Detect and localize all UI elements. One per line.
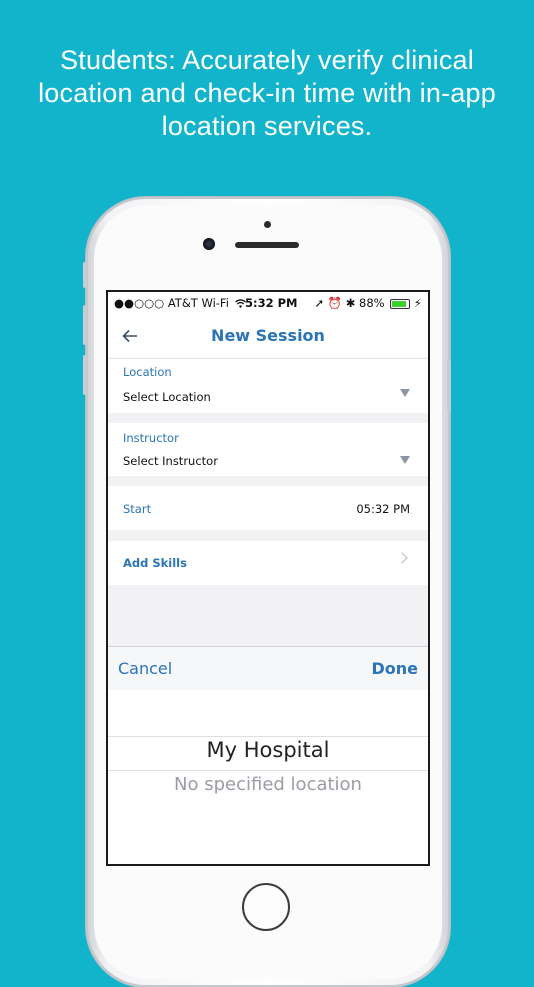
- instructor-label: Instructor: [123, 431, 179, 445]
- battery-level: [392, 300, 407, 307]
- carrier-text: ●●○○○ AT&T Wi-Fi: [114, 296, 229, 310]
- phone-volume-up: [83, 305, 87, 345]
- phone-mute-switch: [83, 262, 87, 288]
- instructor-dropdown-icon[interactable]: [400, 456, 410, 464]
- headline-line-2: location and check-in time with in-app: [38, 78, 496, 108]
- headline-line-3: location services.: [161, 111, 373, 141]
- headline-line-1: Students: Accurately verify clinical: [60, 45, 474, 75]
- start-field[interactable]: Start 05:32 PM: [108, 486, 428, 530]
- front-camera-icon: [203, 238, 215, 250]
- add-skills-row[interactable]: Add Skills: [108, 541, 428, 585]
- charging-icon: ⚡: [413, 296, 422, 310]
- navigation-bar: New Session: [108, 314, 428, 359]
- picker-selection-bottom-line: [108, 770, 428, 771]
- location-value: Select Location: [123, 390, 211, 404]
- picker-selected-option[interactable]: My Hospital: [108, 738, 428, 762]
- wifi-icon: [233, 296, 246, 310]
- location-picker-wheel[interactable]: My Hospital No specified location: [108, 690, 428, 864]
- carrier-signal: ●●○○○ AT&T Wi-Fi: [114, 296, 246, 310]
- status-indicators: ➚ ⏰ ✱ 88% ⚡: [314, 296, 422, 310]
- status-bar: ●●○○○ AT&T Wi-Fi 5:32 PM ➚ ⏰ ✱ 88% ⚡: [108, 292, 428, 314]
- location-alarm-bluetooth-icons: ➚ ⏰ ✱: [314, 296, 356, 310]
- start-time-value: 05:32 PM: [356, 502, 410, 516]
- chevron-right-icon: [396, 552, 408, 564]
- done-button[interactable]: Done: [371, 659, 418, 678]
- add-skills-label: Add Skills: [123, 556, 187, 570]
- home-button[interactable]: [242, 883, 290, 931]
- location-field[interactable]: Location Select Location: [108, 359, 428, 413]
- instructor-field[interactable]: Instructor Select Instructor: [108, 423, 428, 476]
- phone-screen: ●●○○○ AT&T Wi-Fi 5:32 PM ➚ ⏰ ✱ 88% ⚡ New…: [108, 292, 428, 864]
- picker-selection-top-line: [108, 736, 428, 737]
- status-time: 5:32 PM: [245, 296, 298, 310]
- page-title: New Session: [211, 326, 325, 345]
- start-label: Start: [123, 502, 152, 516]
- headline: Students: Accurately verify clinical loc…: [0, 44, 534, 143]
- picker-toolbar: Cancel Done: [108, 646, 428, 691]
- location-dropdown-icon[interactable]: [400, 389, 410, 397]
- location-label: Location: [123, 365, 172, 379]
- battery-icon: [390, 298, 411, 309]
- phone-power-button: [447, 360, 451, 412]
- phone-volume-down: [83, 355, 87, 395]
- earpiece-speaker: [235, 242, 299, 248]
- cancel-button[interactable]: Cancel: [118, 659, 172, 678]
- proximity-sensor: [264, 221, 271, 228]
- battery-percent: 88%: [359, 296, 385, 310]
- instructor-value: Select Instructor: [123, 454, 218, 468]
- picker-option[interactable]: No specified location: [108, 774, 428, 795]
